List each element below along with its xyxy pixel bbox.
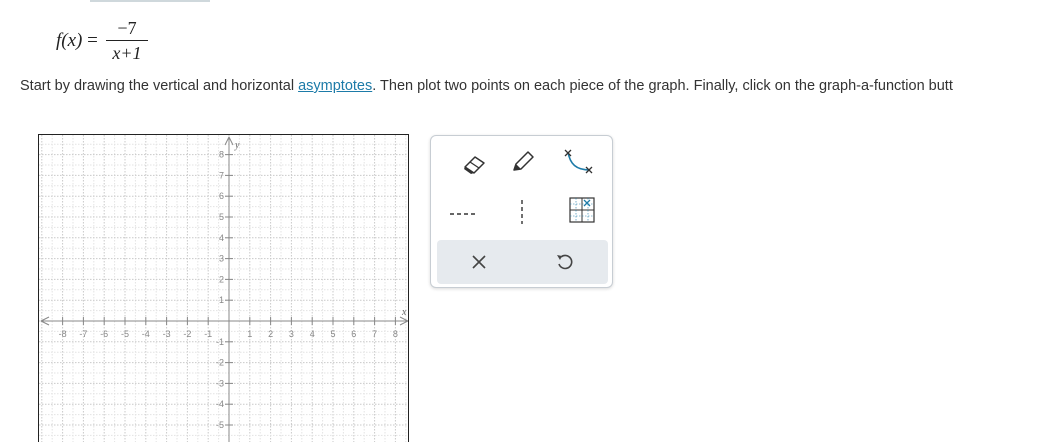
x-axis-label: x [401,307,407,318]
y-tick-label: 8 [219,150,224,160]
y-tick-label: 2 [219,274,224,284]
x-tick-label: -4 [142,329,150,339]
y-tick-label: 4 [219,233,224,243]
y-axis-label: y [234,140,240,151]
y-tick-label: 7 [219,170,224,180]
toolbox-actions [437,240,608,284]
x-tick-label: -7 [79,329,87,339]
grid-point-icon[interactable] [563,194,601,226]
y-tick-label: -3 [216,378,224,388]
graphing-area[interactable]: -8 -7 -6 -5 -4 -3 -2 -1 1 2 3 4 5 6 7 8 8 7 6 5 4 3 2 1 -1 -2 -3 -4… [38,134,409,442]
pencil-icon[interactable] [503,146,541,178]
formula-numerator: −7 [117,18,137,38]
y-tick-label: -1 [216,337,224,347]
instructions-text: Start by drawing the vertical and horizo… [20,78,953,94]
x-tick-label: 1 [247,329,252,339]
x-tick-label: -3 [163,329,171,339]
instructions-after: . Then plot two points on each piece of … [372,78,953,94]
graphing-toolbox [430,135,613,288]
formula-lhs: f(x) = [56,30,98,51]
instructions-before: Start by drawing the vertical and horizo… [20,78,299,94]
horizontal-dashed-line-icon[interactable] [445,198,483,230]
x-tick-label: 8 [393,329,398,339]
x-tick-label: 4 [310,329,315,339]
x-tick-label: 7 [372,329,377,339]
x-tick-label: -6 [100,329,108,339]
vertical-dashed-line-icon[interactable] [503,196,541,228]
y-tick-label: 6 [219,191,224,201]
eraser-icon[interactable] [455,148,493,180]
y-tick-label: -2 [216,358,224,368]
y-tick-label: 1 [219,295,224,305]
graph-curve-icon[interactable] [559,146,597,178]
formula-fraction: −7 x+1 [106,18,148,63]
top-tab-indicator [90,0,210,2]
x-tick-label: -1 [204,329,212,339]
coordinate-plane[interactable]: -8 -7 -6 -5 -4 -3 -2 -1 1 2 3 4 5 6 7 8 8 7 6 5 4 3 2 1 -1 -2 -3 -4… [39,135,409,442]
x-tick-label: 2 [268,329,273,339]
clear-icon[interactable] [459,244,499,280]
y-tick-label: 5 [219,212,224,222]
formula-denominator: x+1 [112,43,142,63]
y-tick-label: -4 [216,399,224,409]
x-tick-label: -8 [59,329,67,339]
undo-icon[interactable] [545,244,585,280]
fraction-bar [106,40,148,41]
y-tick-label: -5 [216,420,224,430]
x-tick-label: -5 [121,329,129,339]
y-tick-label: 3 [219,254,224,264]
asymptotes-link[interactable]: asymptotes [298,78,372,94]
x-tick-label: 6 [351,329,356,339]
x-tick-label: 5 [330,329,335,339]
x-tick-label: 3 [289,329,294,339]
x-tick-label: -2 [183,329,191,339]
